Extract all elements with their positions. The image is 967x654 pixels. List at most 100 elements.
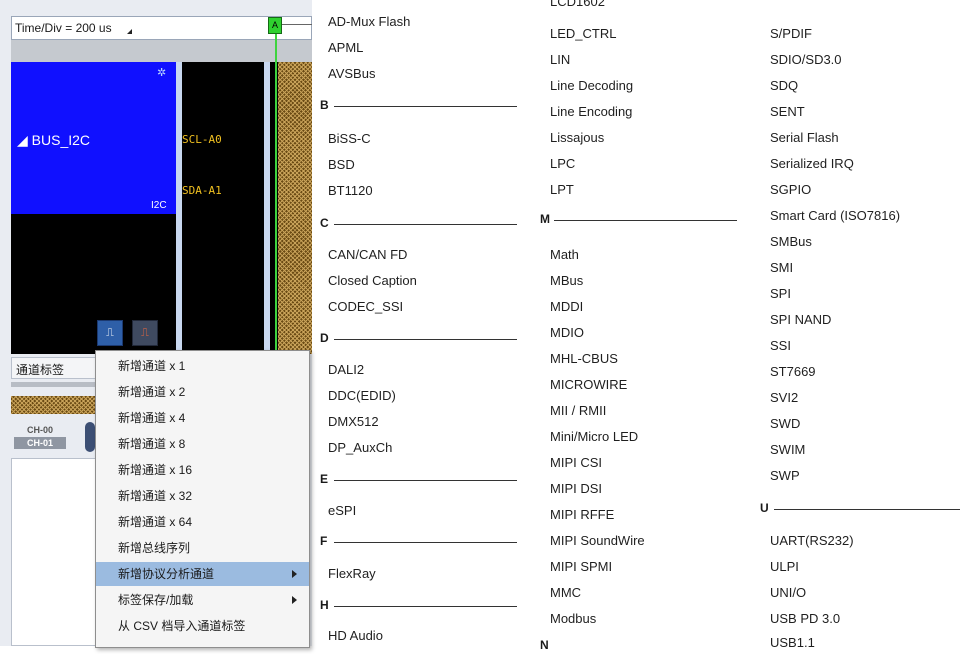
menu-item-add-8[interactable]: 新增通道 x 8 <box>96 432 309 456</box>
section-letter: U <box>760 501 769 515</box>
protocol-item[interactable]: CAN/CAN FD <box>328 247 407 262</box>
menu-item-add-32[interactable]: 新增通道 x 32 <box>96 484 309 508</box>
protocol-item[interactable]: S/PDIF <box>770 26 812 41</box>
menu-item-import-csv[interactable]: 从 CSV 档导入通道标签 <box>96 614 309 638</box>
protocol-item[interactable]: SVI2 <box>770 390 798 405</box>
protocol-item[interactable]: SDIO/SD3.0 <box>770 52 842 67</box>
protocol-item[interactable]: FlexRay <box>328 566 376 581</box>
protocol-item[interactable]: UART(RS232) <box>770 533 854 548</box>
protocol-item[interactable]: SPI <box>770 286 791 301</box>
protocol-item[interactable]: SMBus <box>770 234 812 249</box>
scrollbar[interactable] <box>11 382 101 387</box>
protocol-item[interactable]: eSPI <box>328 503 356 518</box>
protocol-item[interactable]: MIPI DSI <box>550 481 602 496</box>
protocol-item[interactable]: AD-Mux Flash <box>328 14 410 29</box>
protocol-item[interactable]: Serial Flash <box>770 130 839 145</box>
menu-item-add-16[interactable]: 新增通道 x 16 <box>96 458 309 482</box>
bus-channel-block[interactable]: ✲ ◢ BUS_I2C I2C <box>11 62 176 214</box>
protocol-item[interactable]: BiSS-C <box>328 131 371 146</box>
protocol-item[interactable]: MII / RMII <box>550 403 606 418</box>
protocol-item[interactable]: Lissajous <box>550 130 604 145</box>
protocol-item[interactable]: DMX512 <box>328 414 379 429</box>
cursor-marker-a[interactable]: A <box>268 17 282 34</box>
protocol-item[interactable]: SPI NAND <box>770 312 831 327</box>
protocol-item[interactable]: MIPI CSI <box>550 455 602 470</box>
section-header-b: B <box>320 98 517 114</box>
channel-tag[interactable]: CH-00 <box>14 425 66 435</box>
protocol-item[interactable]: MMC <box>550 585 581 600</box>
cursor-line[interactable] <box>275 32 277 377</box>
section-rule <box>334 106 517 107</box>
protocol-item[interactable]: LPC <box>550 156 575 171</box>
section-header-f: F <box>320 534 517 550</box>
delete-channel-button[interactable]: ⎍ <box>132 320 158 346</box>
channel-divider <box>264 62 270 354</box>
protocol-item[interactable]: Serialized IRQ <box>770 156 854 171</box>
protocol-item[interactable]: LCD1602 <box>550 0 605 9</box>
protocol-item[interactable]: Math <box>550 247 579 262</box>
channel-list-panel <box>11 458 101 646</box>
section-letter: D <box>320 331 329 345</box>
protocol-item[interactable]: MICROWIRE <box>550 377 627 392</box>
section-header-h: H <box>320 598 517 614</box>
protocol-item[interactable]: SWD <box>770 416 800 431</box>
marker-pointer-line <box>280 24 312 25</box>
add-channel-button[interactable]: ⎍ <box>97 320 123 346</box>
protocol-item[interactable]: MDDI <box>550 299 583 314</box>
section-rule <box>554 220 737 221</box>
protocol-item[interactable]: SGPIO <box>770 182 811 197</box>
gear-icon[interactable]: ✲ <box>157 66 166 79</box>
protocol-item[interactable]: BT1120 <box>328 183 373 198</box>
protocol-item[interactable]: Modbus <box>550 611 596 626</box>
protocol-item[interactable]: LPT <box>550 182 574 197</box>
protocol-item[interactable]: SWP <box>770 468 800 483</box>
section-rule <box>334 480 517 481</box>
protocol-item[interactable]: MBus <box>550 273 583 288</box>
menu-item-add-1[interactable]: 新增通道 x 1 <box>96 354 309 378</box>
time-div-selector[interactable]: Time/Div = 200 us <box>11 16 312 40</box>
protocol-item[interactable]: UNI/O <box>770 585 806 600</box>
protocol-item[interactable]: LIN <box>550 52 570 67</box>
protocol-item[interactable]: BSD <box>328 157 355 172</box>
protocol-item[interactable]: Line Encoding <box>550 104 632 119</box>
protocol-item[interactable]: LED_CTRL <box>550 26 616 41</box>
channel-tag[interactable]: CH-01 <box>14 437 66 449</box>
protocol-item[interactable]: MIPI SoundWire <box>550 533 645 548</box>
protocol-item[interactable]: Line Decoding <box>550 78 633 93</box>
section-letter: C <box>320 216 329 230</box>
protocol-item[interactable]: CODEC_SSI <box>328 299 403 314</box>
protocol-item[interactable]: Closed Caption <box>328 273 417 288</box>
protocol-item[interactable]: ULPI <box>770 559 799 574</box>
protocol-item[interactable]: SSI <box>770 338 791 353</box>
protocol-item[interactable]: HD Audio <box>328 628 383 643</box>
menu-item-add-2[interactable]: 新增通道 x 2 <box>96 380 309 404</box>
protocol-item[interactable]: MIPI SPMI <box>550 559 612 574</box>
protocol-item[interactable]: DP_AuxCh <box>328 440 392 455</box>
menu-item-add-bus[interactable]: 新增总线序列 <box>96 536 309 560</box>
scroll-handle[interactable] <box>85 422 95 452</box>
menu-item-label-save-load[interactable]: 标签保存/加载 <box>96 588 309 612</box>
protocol-item[interactable]: Smart Card (ISO7816) <box>770 208 900 223</box>
protocol-item[interactable]: MIPI RFFE <box>550 507 614 522</box>
context-menu: 新增通道 x 1 新增通道 x 2 新增通道 x 4 新增通道 x 8 新增通道… <box>95 350 310 648</box>
protocol-item[interactable]: DALI2 <box>328 362 364 377</box>
protocol-item[interactable]: SWIM <box>770 442 805 457</box>
protocol-item[interactable]: DDC(EDID) <box>328 388 396 403</box>
protocol-item[interactable]: MHL-CBUS <box>550 351 618 366</box>
dropdown-corner-icon[interactable] <box>127 29 132 34</box>
menu-item-add-64[interactable]: 新增通道 x 64 <box>96 510 309 534</box>
protocol-item[interactable]: SMI <box>770 260 793 275</box>
protocol-item[interactable]: USB PD 3.0 <box>770 611 840 626</box>
protocol-item[interactable]: Mini/Micro LED <box>550 429 638 444</box>
protocol-item[interactable]: APML <box>328 40 363 55</box>
protocol-item[interactable]: SENT <box>770 104 805 119</box>
menu-item-add-protocol-channel[interactable]: 新增协议分析通道 <box>96 562 309 586</box>
protocol-item[interactable]: MDIO <box>550 325 584 340</box>
menu-item-label: 新增通道 x 64 <box>118 515 193 529</box>
protocol-item[interactable]: USB1.1 <box>770 635 815 650</box>
protocol-item[interactable]: SDQ <box>770 78 798 93</box>
protocol-item[interactable]: ST7669 <box>770 364 816 379</box>
section-letter: M <box>540 212 550 226</box>
protocol-item[interactable]: AVSBus <box>328 66 375 81</box>
menu-item-add-4[interactable]: 新增通道 x 4 <box>96 406 309 430</box>
